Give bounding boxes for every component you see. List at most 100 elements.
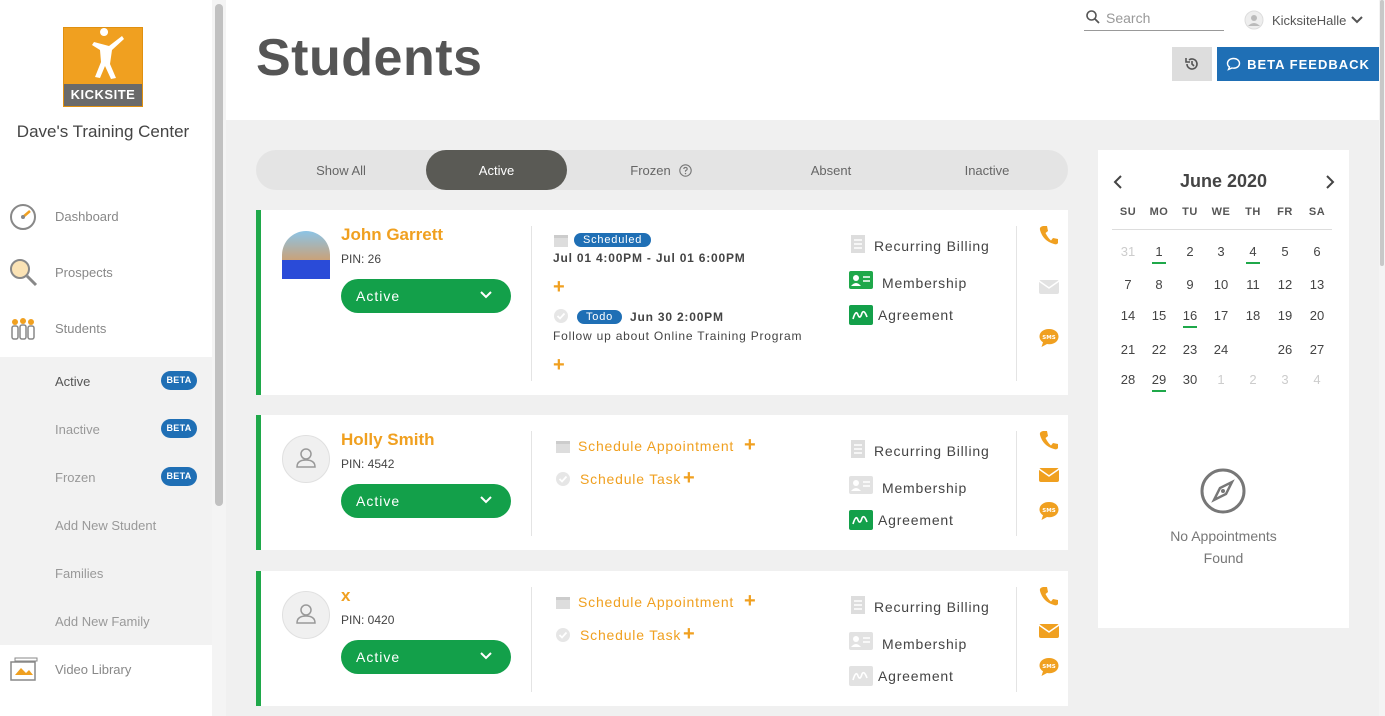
agreement-label[interactable]: Agreement — [878, 512, 954, 528]
tab-show-all[interactable]: Show All — [286, 150, 396, 190]
calendar-day[interactable]: 14 — [1112, 308, 1144, 323]
main-scrollbar-thumb[interactable] — [1380, 0, 1384, 266]
calendar-day-outside[interactable]: 3 — [1269, 372, 1301, 387]
calendar-day[interactable]: 27 — [1301, 342, 1333, 357]
beta-feedback-button[interactable]: BETA FEEDBACK — [1217, 47, 1379, 81]
student-name[interactable]: Holly Smith — [341, 430, 435, 450]
tab-inactive[interactable]: Inactive — [932, 150, 1042, 190]
student-name[interactable]: John Garrett — [341, 225, 443, 245]
student-photo[interactable] — [282, 231, 330, 279]
check-circle-icon[interactable] — [555, 471, 571, 487]
calendar-day[interactable]: 16 — [1174, 308, 1206, 328]
add-appointment-icon[interactable]: + — [553, 277, 565, 297]
calendar-day-outside[interactable]: 31 — [1112, 244, 1144, 259]
schedule-task-link[interactable]: Schedule Task — [580, 471, 681, 487]
calendar-day[interactable]: 11 — [1237, 277, 1269, 292]
calendar-day[interactable]: 1 — [1143, 244, 1175, 264]
subnav-active[interactable]: Active — [55, 374, 90, 389]
nav-prospects[interactable]: Prospects — [0, 247, 212, 297]
student-name[interactable]: x — [341, 586, 350, 606]
calendar-day[interactable]: 20 — [1301, 308, 1333, 323]
add-appointment-icon[interactable]: + — [744, 591, 756, 611]
calendar-day[interactable]: 21 — [1112, 342, 1144, 357]
task-description[interactable]: Follow up about Online Training Program — [553, 329, 802, 343]
phone-icon[interactable] — [1038, 224, 1060, 246]
check-circle-icon[interactable] — [553, 308, 569, 324]
appointment-time[interactable]: Jul 01 4:00PM - Jul 01 6:00PM — [553, 251, 746, 265]
subnav-inactive[interactable]: Inactive — [55, 422, 100, 437]
calendar-day[interactable]: 19 — [1269, 308, 1301, 323]
sms-icon[interactable]: SMS — [1038, 656, 1060, 678]
nav-video-library[interactable]: Video Library — [0, 645, 212, 716]
schedule-appointment-link[interactable]: Schedule Appointment — [578, 594, 734, 610]
calendar-day[interactable]: 13 — [1301, 277, 1333, 292]
tab-frozen[interactable]: Frozen — [606, 150, 716, 190]
main-scrollbar[interactable] — [1379, 0, 1385, 716]
check-circle-icon[interactable] — [555, 627, 571, 643]
search-input[interactable]: Search — [1084, 6, 1224, 31]
calendar-day[interactable]: 17 — [1205, 308, 1237, 323]
phone-icon[interactable] — [1038, 429, 1060, 451]
status-select[interactable]: Active — [341, 640, 511, 674]
subnav-families[interactable]: Families — [55, 566, 103, 581]
agreement-label[interactable]: Agreement — [878, 668, 954, 684]
calendar-day[interactable]: 24 — [1205, 342, 1237, 357]
recurring-billing-label[interactable]: Recurring Billing — [874, 238, 990, 254]
tab-absent[interactable]: Absent — [776, 150, 886, 190]
status-select[interactable]: Active — [341, 279, 511, 313]
calendar-day[interactable]: 30 — [1174, 372, 1206, 387]
calendar-day-outside[interactable]: 1 — [1205, 372, 1237, 387]
add-task-icon[interactable]: + — [683, 624, 695, 644]
calendar-day[interactable]: 26 — [1269, 342, 1301, 357]
subnav-add-new-family[interactable]: Add New Family — [55, 614, 150, 629]
email-icon[interactable] — [1038, 464, 1060, 486]
history-button[interactable] — [1172, 47, 1212, 81]
calendar-day[interactable]: 12 — [1269, 277, 1301, 292]
calendar-day[interactable]: 25 — [1237, 333, 1269, 363]
sidebar-scrollbar-thumb[interactable] — [215, 4, 223, 506]
calendar-day[interactable]: 6 — [1301, 244, 1333, 259]
calendar-day[interactable]: 8 — [1143, 277, 1175, 292]
calendar-day[interactable]: 3 — [1205, 244, 1237, 259]
membership-label[interactable]: Membership — [882, 480, 967, 496]
add-appointment-icon[interactable]: + — [744, 435, 756, 455]
email-icon[interactable] — [1038, 276, 1060, 298]
sms-icon[interactable]: SMS — [1038, 500, 1060, 522]
recurring-billing-label[interactable]: Recurring Billing — [874, 443, 990, 459]
status-select[interactable]: Active — [341, 484, 511, 518]
nav-students[interactable]: Students — [0, 303, 212, 353]
nav-dashboard[interactable]: Dashboard — [0, 191, 212, 241]
calendar-day[interactable]: 29 — [1143, 372, 1175, 392]
schedule-appointment-link[interactable]: Schedule Appointment — [578, 438, 734, 454]
calendar-day[interactable]: 22 — [1143, 342, 1175, 357]
calendar-day[interactable]: 2 — [1174, 244, 1206, 259]
calendar-day[interactable]: 23 — [1174, 342, 1206, 357]
schedule-task-link[interactable]: Schedule Task — [580, 627, 681, 643]
membership-label[interactable]: Membership — [882, 275, 967, 291]
tab-active[interactable]: Active — [426, 150, 567, 190]
calendar-day[interactable]: 18 — [1237, 308, 1269, 323]
user-menu[interactable]: KicksiteHalle — [1244, 10, 1364, 30]
email-icon[interactable] — [1038, 620, 1060, 642]
sms-icon[interactable]: SMS — [1038, 327, 1060, 349]
student-avatar-placeholder[interactable] — [282, 591, 330, 639]
calendar-day[interactable]: 7 — [1112, 277, 1144, 292]
add-task-icon[interactable]: + — [683, 468, 695, 488]
calendar-day[interactable]: 28 — [1112, 372, 1144, 387]
student-avatar-placeholder[interactable] — [282, 435, 330, 483]
subnav-frozen[interactable]: Frozen — [55, 470, 95, 485]
phone-icon[interactable] — [1038, 585, 1060, 607]
help-circle-icon[interactable] — [678, 163, 692, 177]
calendar-day[interactable]: 5 — [1269, 244, 1301, 259]
add-task-icon[interactable]: + — [553, 355, 565, 375]
calendar-day[interactable]: 10 — [1205, 277, 1237, 292]
agreement-label[interactable]: Agreement — [878, 307, 954, 323]
calendar-day[interactable]: 15 — [1143, 308, 1175, 323]
recurring-billing-label[interactable]: Recurring Billing — [874, 599, 990, 615]
calendar-day-outside[interactable]: 4 — [1301, 372, 1333, 387]
calendar-day[interactable]: 4 — [1237, 244, 1269, 264]
kicksite-logo[interactable]: KICKSITE — [63, 27, 143, 107]
calendar-day-outside[interactable]: 2 — [1237, 372, 1269, 387]
chevron-right-icon[interactable] — [1324, 175, 1336, 189]
calendar-day[interactable]: 9 — [1174, 277, 1206, 292]
